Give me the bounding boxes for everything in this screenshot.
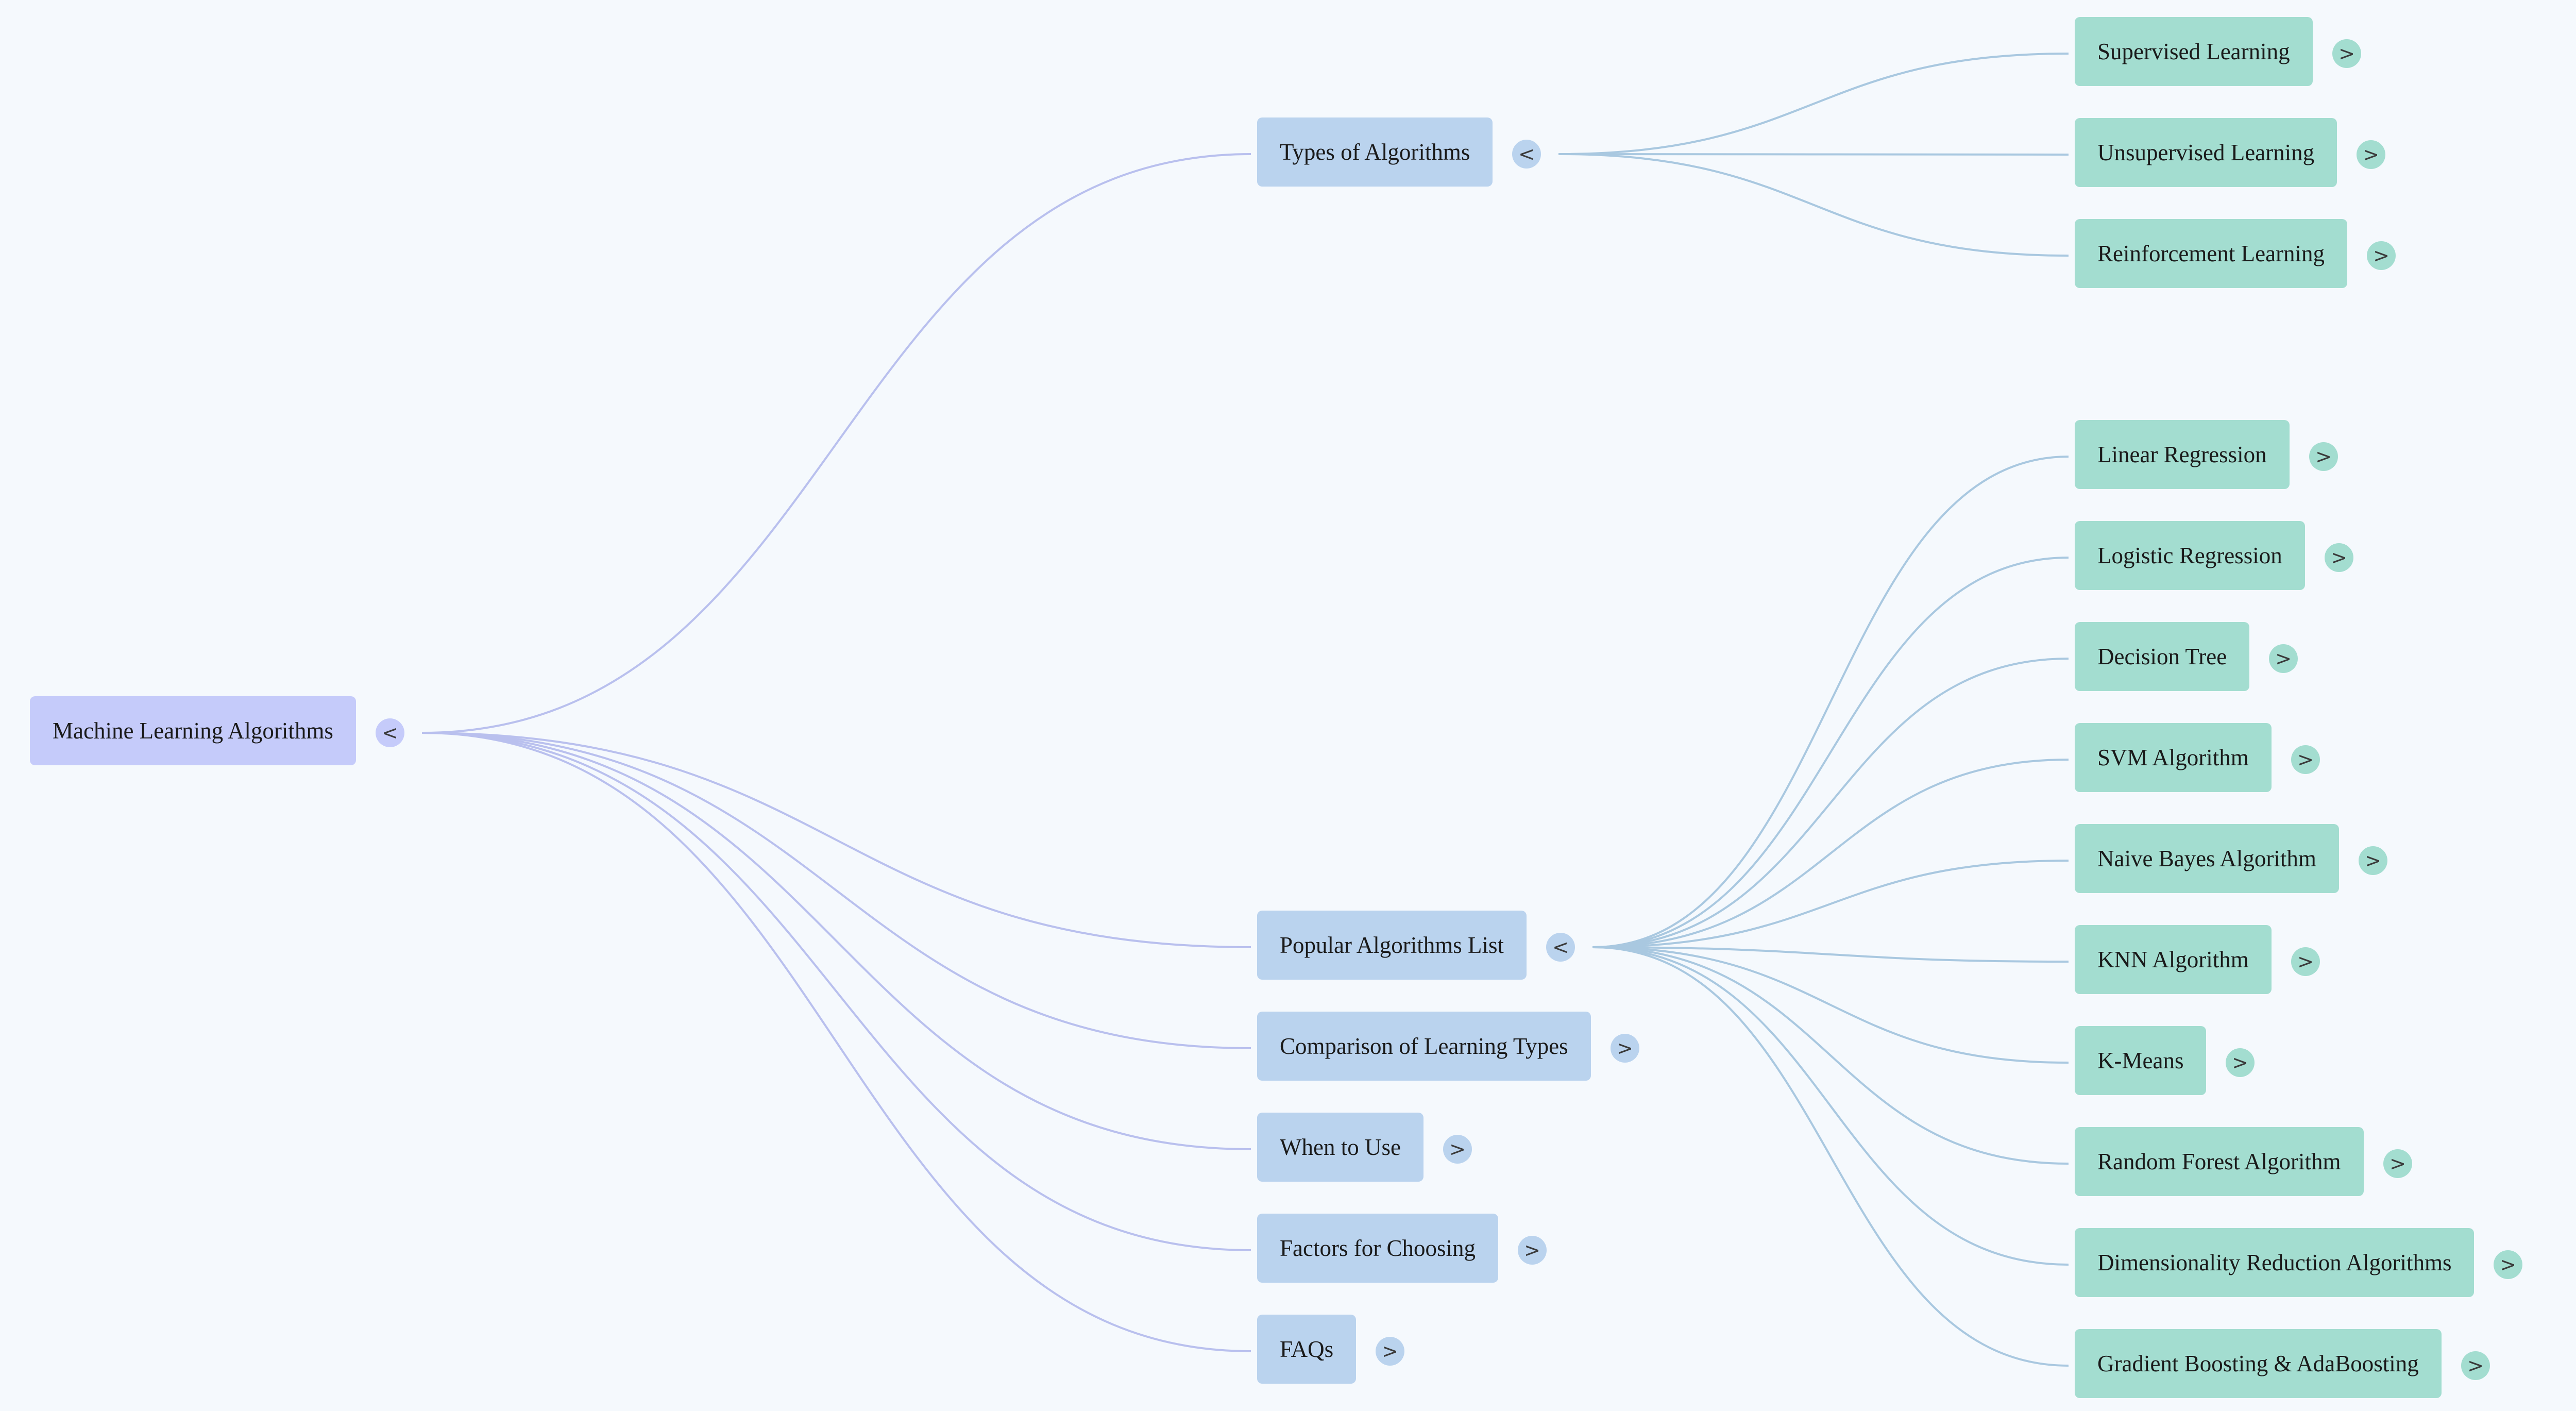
node-label: Reinforcement Learning xyxy=(2097,241,2325,266)
edge-popular-algorithms-list-to-dimensionality-reduction-algorithms xyxy=(1592,946,2069,1266)
node-types-of-algorithms[interactable]: Types of Algorithms xyxy=(1257,117,1493,187)
edge-root-to-types-of-algorithms xyxy=(421,153,1251,734)
edge-root-to-popular-algorithms-list xyxy=(421,732,1251,948)
expand-toggle-icon[interactable]: > xyxy=(2291,745,2320,774)
node-reinforcement-learning[interactable]: Reinforcement Learning xyxy=(2075,219,2347,288)
expand-toggle-icon[interactable]: > xyxy=(2494,1250,2522,1279)
node-label: Dimensionality Reduction Algorithms xyxy=(2097,1250,2452,1275)
node-decision-tree[interactable]: Decision Tree xyxy=(2075,622,2249,691)
edge-popular-algorithms-list-to-random-forest-algorithm xyxy=(1592,946,2069,1165)
edge-root-to-faqs xyxy=(421,732,1251,1352)
node-label: Machine Learning Algorithms xyxy=(53,718,333,744)
expand-toggle-icon[interactable]: > xyxy=(2367,241,2396,270)
node-k-means[interactable]: K-Means xyxy=(2075,1026,2206,1095)
node-naive-bayes-algorithm[interactable]: Naive Bayes Algorithm xyxy=(2075,824,2339,893)
collapse-toggle-icon[interactable]: < xyxy=(1546,933,1575,962)
node-label: Gradient Boosting & AdaBoosting xyxy=(2097,1351,2419,1376)
node-popular-algorithms-list[interactable]: Popular Algorithms List xyxy=(1257,911,1527,980)
node-label: K-Means xyxy=(2097,1048,2184,1073)
edge-popular-algorithms-list-to-k-means xyxy=(1592,946,2069,1064)
edge-types-of-algorithms-to-supervised-learning xyxy=(1558,53,2069,155)
expand-toggle-icon[interactable]: > xyxy=(2357,140,2385,169)
expand-toggle-icon[interactable]: > xyxy=(2269,644,2298,673)
collapse-toggle-icon[interactable]: < xyxy=(376,718,404,747)
node-label: Unsupervised Learning xyxy=(2097,140,2315,165)
expand-toggle-icon[interactable]: > xyxy=(1443,1135,1472,1164)
expand-toggle-icon[interactable]: > xyxy=(2461,1351,2490,1380)
node-label: Random Forest Algorithm xyxy=(2097,1149,2341,1174)
node-label: When to Use xyxy=(1280,1134,1401,1160)
edge-root-to-factors-for-choosing xyxy=(421,732,1251,1251)
node-label: FAQs xyxy=(1280,1336,1334,1362)
node-random-forest-algorithm[interactable]: Random Forest Algorithm xyxy=(2075,1127,2364,1196)
expand-toggle-icon[interactable]: > xyxy=(2332,39,2361,68)
node-label: Decision Tree xyxy=(2097,644,2227,669)
node-label: Naive Bayes Algorithm xyxy=(2097,846,2316,871)
node-machine-learning-algorithms[interactable]: Machine Learning Algorithms xyxy=(30,696,356,765)
expand-toggle-icon[interactable]: > xyxy=(2309,442,2338,471)
node-gradient-boosting-and-adaboosting[interactable]: Gradient Boosting & AdaBoosting xyxy=(2075,1329,2442,1398)
edge-root-to-when-to-use xyxy=(421,732,1251,1150)
mindmap-edges xyxy=(421,53,2069,1367)
node-label: SVM Algorithm xyxy=(2097,745,2249,770)
node-label: Popular Algorithms List xyxy=(1280,932,1504,958)
collapse-toggle-icon[interactable]: < xyxy=(1512,140,1541,169)
node-label: Logistic Regression xyxy=(2097,543,2282,568)
edge-root-to-comparison-of-learning-types xyxy=(421,732,1251,1049)
edge-popular-algorithms-list-to-linear-regression xyxy=(1592,456,2069,948)
node-label: KNN Algorithm xyxy=(2097,947,2249,972)
expand-toggle-icon[interactable]: > xyxy=(2325,543,2353,572)
node-label: Factors for Choosing xyxy=(1280,1235,1476,1261)
node-logistic-regression[interactable]: Logistic Regression xyxy=(2075,521,2305,590)
edge-types-of-algorithms-to-unsupervised-learning xyxy=(1558,153,2069,156)
node-supervised-learning[interactable]: Supervised Learning xyxy=(2075,17,2313,86)
edge-types-of-algorithms-to-reinforcement-learning xyxy=(1558,153,2069,257)
node-svm-algorithm[interactable]: SVM Algorithm xyxy=(2075,723,2272,792)
node-when-to-use[interactable]: When to Use xyxy=(1257,1113,1423,1182)
node-label: Supervised Learning xyxy=(2097,39,2290,64)
node-linear-regression[interactable]: Linear Regression xyxy=(2075,420,2290,489)
node-unsupervised-learning[interactable]: Unsupervised Learning xyxy=(2075,118,2337,187)
node-dimensionality-reduction-algorithms[interactable]: Dimensionality Reduction Algorithms xyxy=(2075,1228,2474,1297)
expand-toggle-icon[interactable]: > xyxy=(2291,947,2320,976)
node-label: Types of Algorithms xyxy=(1280,139,1470,165)
node-label: Comparison of Learning Types xyxy=(1280,1033,1568,1059)
expand-toggle-icon[interactable]: > xyxy=(2226,1048,2255,1077)
expand-toggle-icon[interactable]: > xyxy=(1376,1337,1404,1366)
expand-toggle-icon[interactable]: > xyxy=(1518,1236,1547,1265)
edge-popular-algorithms-list-to-logistic-regression xyxy=(1592,557,2069,948)
mindmap-canvas: Machine Learning Algorithms < Types of Alg… xyxy=(0,0,2576,1411)
node-knn-algorithm[interactable]: KNN Algorithm xyxy=(2075,925,2272,994)
edge-popular-algorithms-list-to-svm-algorithm xyxy=(1592,759,2069,948)
expand-toggle-icon[interactable]: > xyxy=(2359,846,2387,875)
node-label: Linear Regression xyxy=(2097,442,2267,467)
expand-toggle-icon[interactable]: > xyxy=(2383,1149,2412,1178)
node-faqs[interactable]: FAQs xyxy=(1257,1315,1356,1384)
expand-toggle-icon[interactable]: > xyxy=(1611,1034,1639,1063)
node-comparison-of-learning-types[interactable]: Comparison of Learning Types xyxy=(1257,1012,1591,1081)
node-factors-for-choosing[interactable]: Factors for Choosing xyxy=(1257,1214,1498,1283)
